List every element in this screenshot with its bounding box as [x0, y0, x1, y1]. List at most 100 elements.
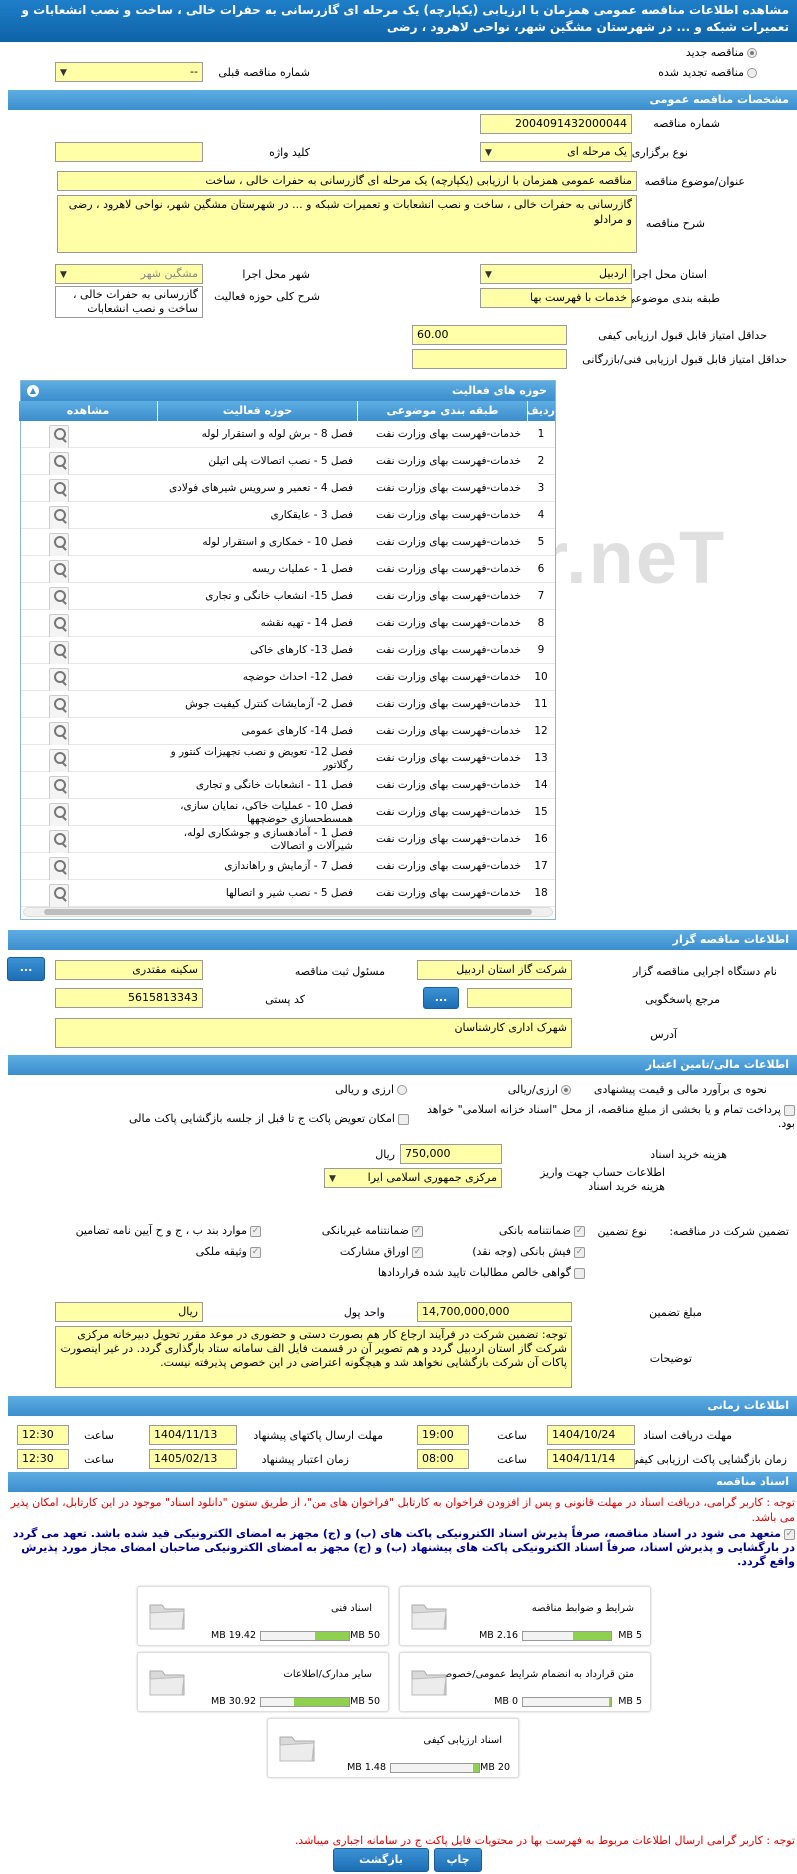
radio-currency-rial[interactable]: ارزی و ریالی: [335, 1083, 407, 1096]
row-number: 1: [537, 428, 545, 440]
folder-icon: [149, 1604, 185, 1630]
row-activity: فصل 8 - برش لوله و استقرار لوله: [201, 428, 353, 440]
notes-field: توجه: تضمین شرکت در فرآیند ارجاع کار هم …: [55, 1326, 572, 1388]
prev-no-select[interactable]: --: [55, 62, 203, 82]
doc-size-fill: [472, 1764, 479, 1772]
collapse-icon[interactable]: ▲: [27, 385, 39, 397]
view-magnifier-icon[interactable]: [49, 668, 69, 691]
device-field: شرکت گاز استان اردبیل: [417, 960, 572, 980]
province-select[interactable]: اردبیل: [480, 264, 632, 284]
send-time-label: ساعت: [84, 1429, 114, 1442]
doc-current-size: 1.48 MB: [347, 1762, 386, 1773]
folder-icon: [149, 1670, 185, 1696]
row-activity: فصل 5 - نصب شیر و اتصالها: [225, 887, 353, 899]
row-category: خدمات-فهرست بهای وزارت نفت: [375, 590, 521, 602]
table-scrollbar[interactable]: [23, 907, 553, 917]
view-magnifier-icon[interactable]: [49, 479, 69, 502]
back-button[interactable]: بازگشت: [333, 1848, 429, 1872]
view-magnifier-icon[interactable]: [49, 722, 69, 745]
table-row: 13 خدمات-فهرست بهای وزارت نفت فصل 12- تعوی…: [21, 745, 555, 772]
treasury-check[interactable]: پرداخت تمام و یا بخشی از مبلغ مناقصه، از…: [415, 1103, 795, 1131]
doc-max-size: 5 MB: [618, 1630, 642, 1641]
doc-title: متن قرارداد به انضمام شرایط عمومی/خصوصی: [435, 1669, 634, 1680]
subject-field: مناقصه عمومی همزمان با ارزیابی (یکپارچه)…: [57, 171, 637, 191]
estimation-method-label: نحوه ی برآورد مالی و قیمت پیشنهادی: [593, 1083, 767, 1096]
city-select[interactable]: مشگین شهر: [55, 264, 203, 284]
view-magnifier-icon[interactable]: [49, 614, 69, 637]
docs-notice: توجه : کاربر گرامی، دریافت اسناد در مهلت…: [10, 1496, 795, 1524]
view-magnifier-icon[interactable]: [49, 884, 69, 907]
table-row: 15 خدمات-فهرست بهای وزارت نفت فصل 10 - عمل…: [21, 799, 555, 826]
keyword-field: [55, 142, 203, 162]
holding-type-select[interactable]: یک مرحله ای: [480, 142, 632, 162]
radio-new-tender[interactable]: مناقصه جدید: [686, 46, 757, 59]
guarantee-type-label: نوع تضمین: [597, 1225, 647, 1238]
view-magnifier-icon[interactable]: [49, 560, 69, 583]
account-select[interactable]: مرکزی جمهوری اسلامی ایرا: [324, 1168, 502, 1188]
swap-envelope-check[interactable]: امکان تعویض پاکت ج تا قبل از جلسه بازگشا…: [129, 1112, 409, 1125]
min-quality-field: 60.00: [412, 325, 567, 345]
view-magnifier-icon[interactable]: [49, 533, 69, 556]
check-clauses[interactable]: ✓موارد بند ب ، ج و ح آیین نامه تضامین: [76, 1224, 261, 1237]
description-field: گازرسانی به حفرات خالی ، ساخت و نصب انشع…: [57, 195, 637, 253]
doc-card[interactable]: اسناد فنی 50 MB 19.42 MB: [137, 1586, 389, 1646]
section-finance: اطلاعات مالی/تامین اعتبار: [8, 1055, 797, 1075]
radio-rial[interactable]: ارزی/ریالی: [508, 1083, 571, 1096]
doc-card[interactable]: اسناد ارزیابی کیفی 20 MB 1.48 MB: [267, 1718, 519, 1778]
row-number: 4: [537, 509, 545, 521]
check-bank-receipt[interactable]: ✓فیش بانکی (وجه نقد): [472, 1245, 585, 1258]
row-category: خدمات-فهرست بهای وزارت نفت: [375, 482, 521, 494]
view-magnifier-icon[interactable]: [49, 452, 69, 475]
print-button[interactable]: چاپ: [434, 1848, 482, 1872]
open-time-label: ساعت: [497, 1453, 527, 1466]
responsible-more-button[interactable]: ...: [7, 957, 45, 981]
category-field: خدمات با فهرست بها: [480, 288, 632, 308]
doc-max-size: 5 MB: [618, 1696, 642, 1707]
table-row: 9 خدمات-فهرست بهای وزارت نفت فصل 13- کارها…: [21, 637, 555, 664]
doc-card[interactable]: شرایط و ضوابط مناقصه 5 MB 2.16 MB: [399, 1586, 651, 1646]
row-category: خدمات-فهرست بهای وزارت نفت: [375, 833, 521, 845]
activities-header: حوزه های فعالیت ▲: [21, 381, 555, 401]
tender-no-field: 2004091432000044: [480, 114, 632, 134]
view-magnifier-icon[interactable]: [49, 506, 69, 529]
view-magnifier-icon[interactable]: [49, 803, 69, 826]
view-magnifier-icon[interactable]: [49, 587, 69, 610]
reference-label: مرجع پاسخگویی: [645, 993, 720, 1006]
section-general: مشخصات مناقصه عمومی: [8, 90, 797, 110]
view-magnifier-icon[interactable]: [49, 857, 69, 880]
view-magnifier-icon[interactable]: [49, 425, 69, 448]
row-number: 7: [537, 590, 545, 602]
view-magnifier-icon[interactable]: [49, 830, 69, 853]
check-bank-guarantee[interactable]: ✓ضمانتنامه بانکی: [499, 1224, 585, 1237]
reference-more-button[interactable]: ...: [423, 987, 459, 1009]
table-row: 5 خدمات-فهرست بهای وزارت نفت فصل 10 - خمکا…: [21, 529, 555, 556]
doc-current-size: 30.92 MB: [211, 1696, 256, 1707]
activity-summary-label: شرح کلی حوزه فعالیت: [214, 290, 320, 303]
currency-field: ریال: [55, 1302, 203, 1322]
doc-card[interactable]: متن قرارداد به انضمام شرایط عمومی/خصوصی 5…: [399, 1652, 651, 1712]
check-property[interactable]: ✓وثیقه ملکی: [196, 1245, 261, 1258]
row-number: 15: [534, 806, 548, 818]
section-docs: اسناد مناقصه: [8, 1472, 797, 1492]
view-magnifier-icon[interactable]: [49, 749, 69, 772]
view-magnifier-icon[interactable]: [49, 695, 69, 718]
notes-label: توضیحات: [649, 1352, 692, 1365]
view-magnifier-icon[interactable]: [49, 641, 69, 664]
check-receivables[interactable]: گواهی خالص مطالبات تایید شده قراردادها: [378, 1266, 585, 1279]
row-activity: فصل 12- تعویض و نصب تجهیزات کنتور و رگلا…: [170, 745, 353, 771]
doc-size-bar: [390, 1763, 480, 1773]
activity-summary-list[interactable]: گازرسانی به حفرات خالی ، ساخت و نصب انشع…: [55, 286, 203, 318]
check-bonds[interactable]: ✓اوراق مشارکت: [340, 1245, 423, 1258]
row-number: 17: [534, 860, 548, 872]
check-nonbank-guarantee[interactable]: ✓ضمانتنامه غیربانکی: [322, 1224, 423, 1237]
row-number: 10: [534, 671, 548, 683]
row-number: 12: [534, 725, 548, 737]
view-magnifier-icon[interactable]: [49, 776, 69, 799]
fee-label: هزینه خرید اسناد: [650, 1148, 727, 1161]
row-category: خدمات-فهرست بهای وزارت نفت: [375, 509, 521, 521]
doc-card[interactable]: سایر مدارک/اطلاعات 50 MB 30.92 MB: [137, 1652, 389, 1712]
radio-renewed-tender[interactable]: مناقصه تجدید شده: [658, 66, 757, 79]
row-activity: فصل 12- احداث حوضچه: [242, 671, 353, 683]
amount-label: مبلغ تضمین: [649, 1306, 702, 1319]
row-category: خدمات-فهرست بهای وزارت نفت: [375, 671, 521, 683]
